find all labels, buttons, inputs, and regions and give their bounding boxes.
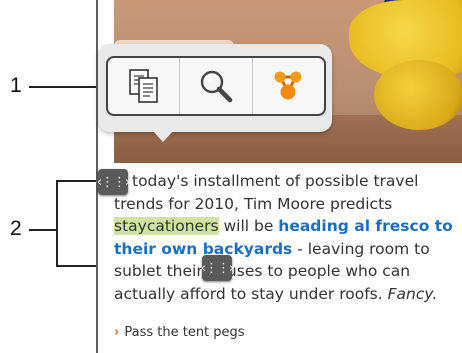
callout-2-line bbox=[29, 229, 57, 231]
selection-start-handle[interactable]: ‹⋮⋮› bbox=[97, 169, 130, 195]
related-link[interactable]: › Pass the tent pegs bbox=[114, 325, 245, 340]
popup-pointer bbox=[152, 130, 174, 142]
copy-icon bbox=[128, 69, 158, 103]
related-link-label: Pass the tent pegs bbox=[124, 325, 245, 340]
selection-end-handle[interactable]: ‹⋮⋮› bbox=[201, 255, 234, 281]
selected-text[interactable]: staycationers bbox=[114, 217, 219, 235]
share-button[interactable] bbox=[253, 58, 324, 114]
article-text-1: today's installment of possible travel t… bbox=[114, 172, 419, 213]
search-button[interactable] bbox=[180, 58, 253, 114]
copy-button[interactable] bbox=[108, 58, 181, 114]
callout-2-bracket bbox=[56, 180, 58, 266]
article-text-2: will be bbox=[218, 217, 279, 235]
callout-2-top-line bbox=[56, 180, 100, 182]
article-text-italic: Fancy. bbox=[387, 284, 438, 303]
magnifier-icon bbox=[200, 70, 233, 103]
callout-2: 2 bbox=[10, 217, 22, 240]
chevron-right-icon: › bbox=[114, 325, 120, 340]
callout-1: 1 bbox=[10, 74, 22, 97]
article-body[interactable]: today's installment of possible travel t… bbox=[114, 170, 459, 305]
selection-popup bbox=[98, 44, 332, 142]
share-icon bbox=[274, 71, 302, 100]
